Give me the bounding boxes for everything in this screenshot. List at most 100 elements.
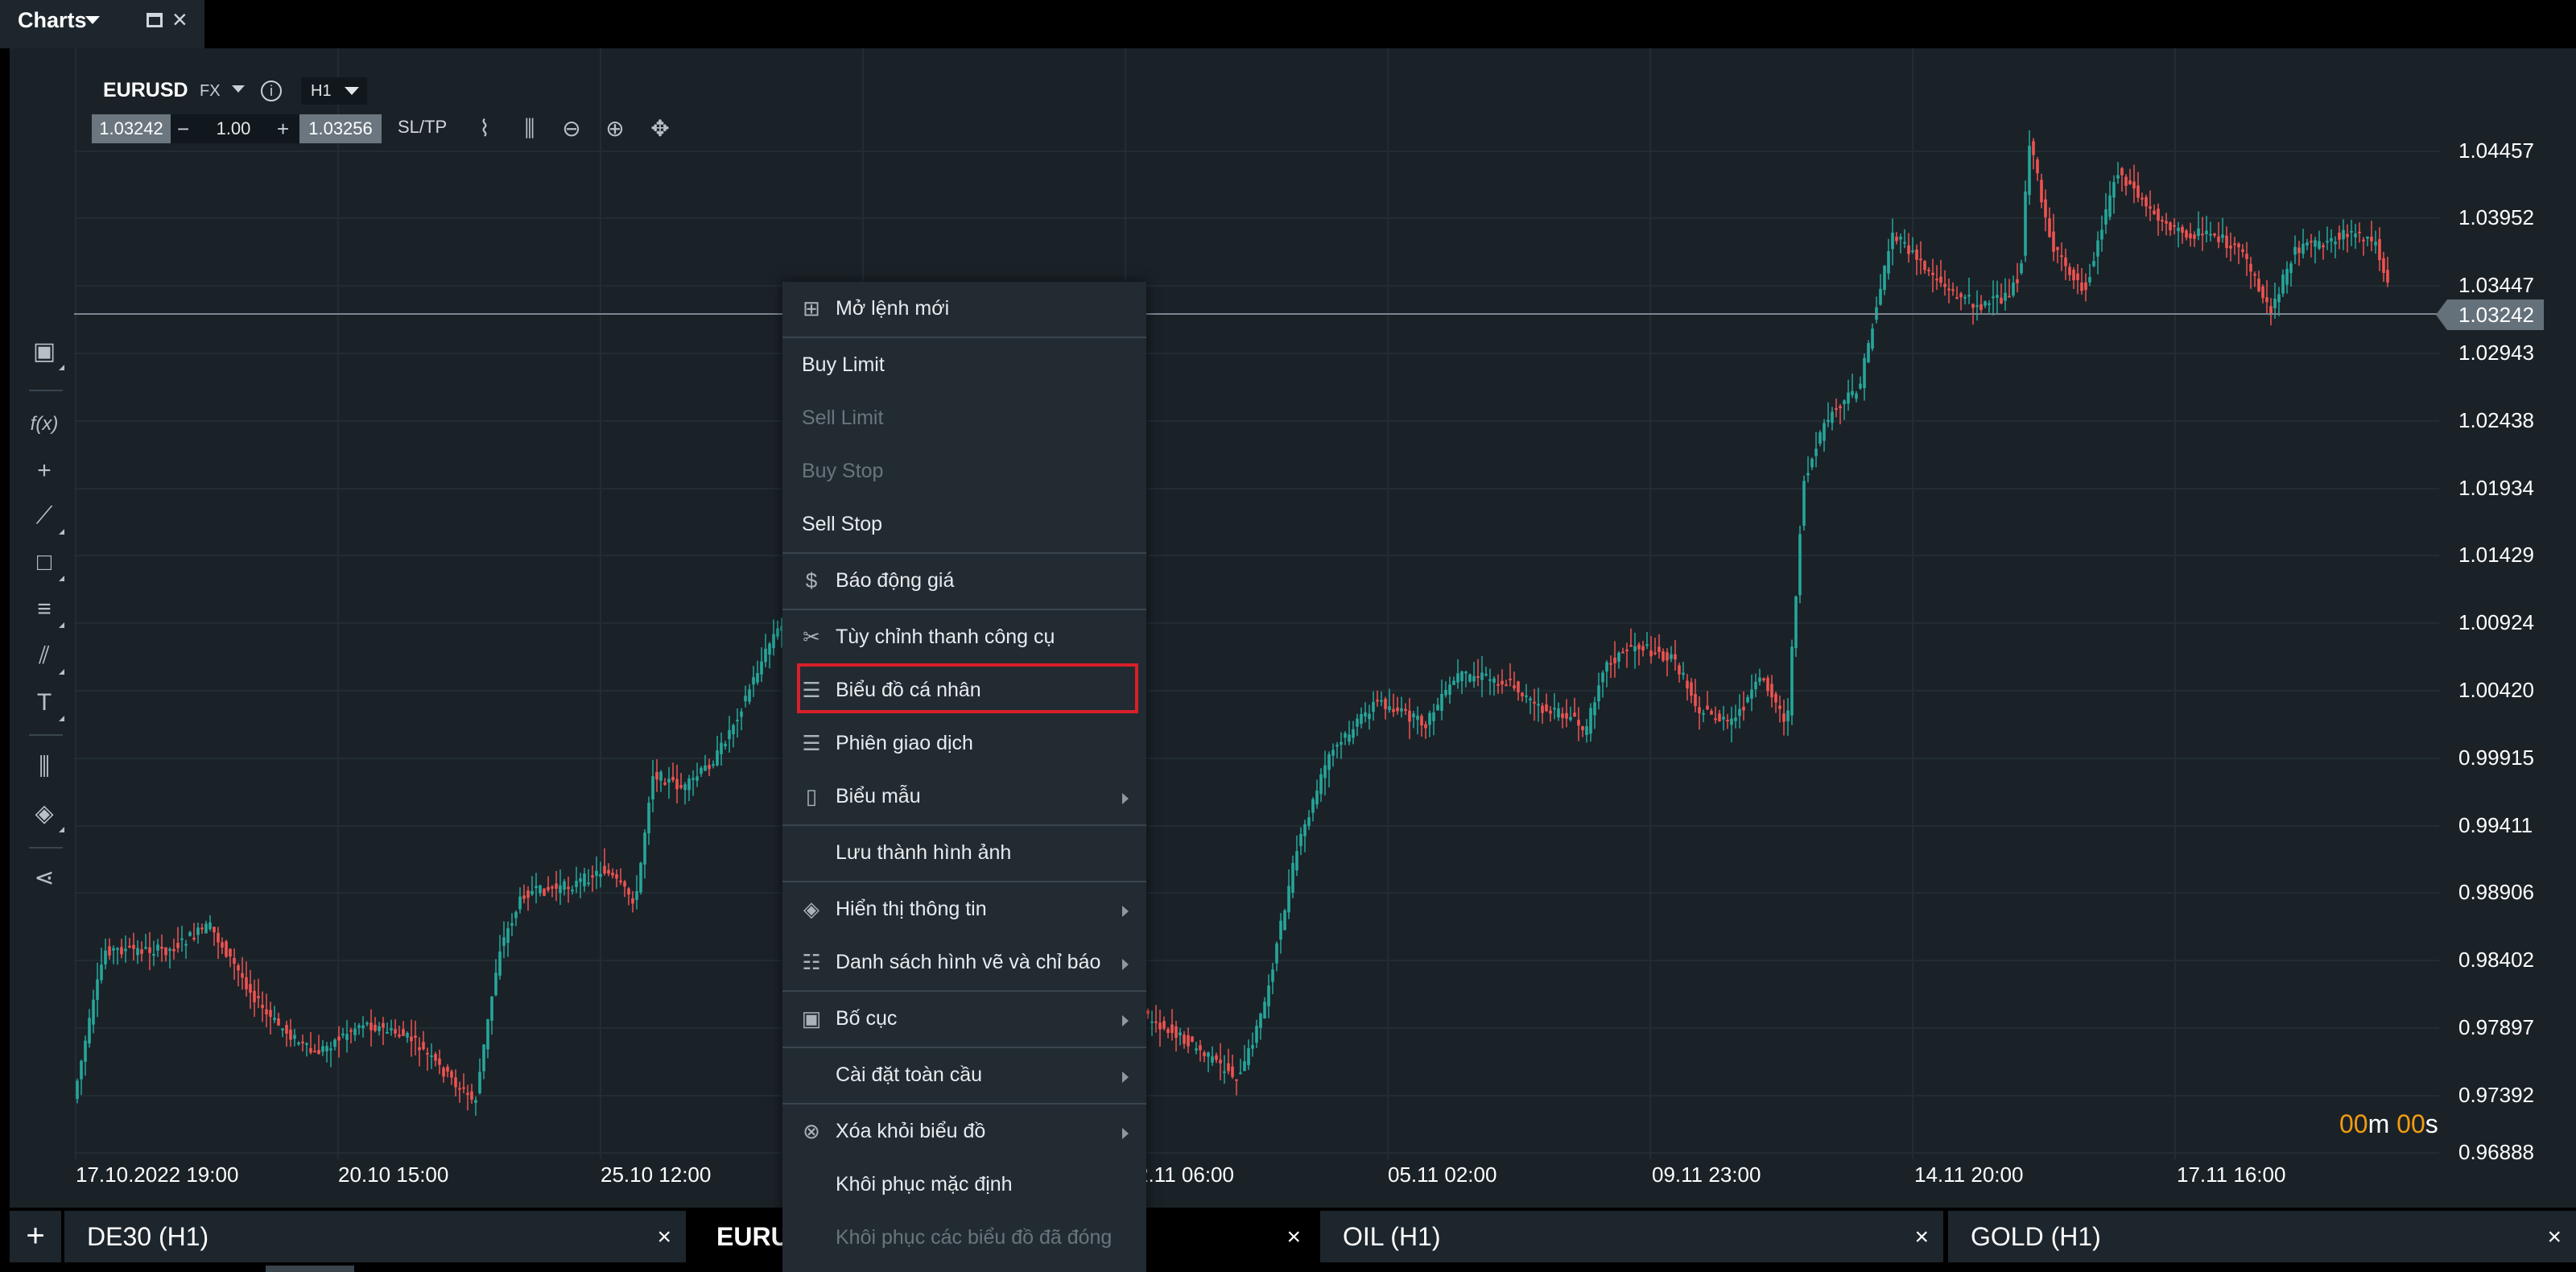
- decrease-quantity-button[interactable]: −: [177, 114, 189, 143]
- candle-body: [716, 750, 719, 766]
- chevron-down-icon[interactable]: [232, 85, 245, 93]
- info-icon[interactable]: i: [261, 81, 282, 101]
- menu-item-global-settings[interactable]: Cài đặt toàn cầu: [782, 1048, 1146, 1101]
- candle-body: [277, 1018, 280, 1026]
- candle-body: [567, 886, 570, 890]
- menu-item-price-alert[interactable]: $ Báo động giá: [782, 554, 1146, 607]
- crosshair-icon[interactable]: +: [27, 454, 61, 488]
- candle-body: [200, 927, 204, 930]
- menu-item-remove-from-chart[interactable]: ⊗ Xóa khỏi biểu đồ: [782, 1105, 1146, 1158]
- sltp-button[interactable]: SL/TP: [398, 117, 447, 138]
- menu-item-trading-session[interactable]: ☰ Phiên giao dịch: [782, 717, 1146, 770]
- zoom-in-icon[interactable]: ⊕: [601, 114, 630, 143]
- candle-body: [333, 1039, 336, 1047]
- price-axis-label: 1.02438: [2458, 408, 2534, 432]
- function-icon[interactable]: f(x): [27, 407, 61, 441]
- line-chart-icon[interactable]: ⌇: [470, 114, 499, 143]
- price-chart[interactable]: [72, 48, 2439, 1167]
- quantity-input[interactable]: 1.00: [193, 114, 274, 143]
- candle-body: [526, 890, 530, 898]
- candle-body: [1979, 304, 1983, 311]
- menu-item-customize-toolbar[interactable]: ✂ Tùy chỉnh thanh công cụ: [782, 610, 1146, 663]
- candle-body: [2145, 196, 2148, 207]
- candle-body: [1899, 237, 1902, 240]
- candle-body: [1996, 295, 1999, 298]
- menu-item-new-order[interactable]: ⊞ Mở lệnh mới: [782, 282, 1146, 335]
- candle-body: [1859, 383, 1862, 389]
- candle-body: [2028, 146, 2031, 196]
- text-tool-icon[interactable]: T: [27, 686, 64, 721]
- menu-item-drawings-list[interactable]: ☷ Danh sách hình vẽ và chỉ báo: [782, 935, 1146, 989]
- window-title[interactable]: Charts: [18, 8, 87, 33]
- close-icon[interactable]: ×: [657, 1211, 671, 1264]
- menu-item-buy-limit[interactable]: Buy Limit: [782, 338, 1146, 391]
- trendline-icon[interactable]: ⟋: [27, 499, 64, 535]
- fibonacci-icon[interactable]: ≡: [27, 593, 64, 628]
- candle-body: [691, 778, 695, 780]
- buy-price-button[interactable]: 1.03256: [299, 114, 382, 143]
- candle-body: [2052, 231, 2055, 252]
- menu-item-layout[interactable]: ▣ Bố cục: [782, 992, 1146, 1045]
- close-icon[interactable]: ×: [1914, 1211, 1929, 1264]
- menu-item-show-info[interactable]: ◈ Hiển thị thông tin: [782, 882, 1146, 935]
- candle-body: [1895, 237, 1898, 242]
- candle-body: [1581, 726, 1584, 730]
- close-icon[interactable]: ×: [172, 6, 188, 32]
- candle-body: [603, 865, 606, 874]
- candle-body: [663, 783, 667, 785]
- candle-body: [237, 965, 240, 971]
- document-icon: ▯: [805, 784, 818, 808]
- restore-window-icon[interactable]: [147, 13, 163, 27]
- candle-body: [414, 1035, 417, 1039]
- sell-price-button[interactable]: 1.03242: [92, 114, 171, 143]
- candle-body: [184, 944, 188, 946]
- candle-body: [2237, 243, 2240, 248]
- candle-body: [1295, 851, 1298, 871]
- candle-body: [1597, 685, 1600, 702]
- chart-tab[interactable]: GOLD (H1) ×: [1948, 1211, 2576, 1262]
- candle-body: [760, 661, 763, 675]
- layers-icon[interactable]: ◈: [27, 797, 64, 832]
- candle-body: [2032, 141, 2035, 155]
- chart-context-menu: ⊞ Mở lệnh mới Buy Limit Sell Limit Buy St…: [782, 282, 1146, 1272]
- chevron-down-icon[interactable]: [345, 87, 359, 95]
- timeframe-label[interactable]: H1: [311, 82, 332, 101]
- zoom-out-icon[interactable]: ⊖: [557, 114, 586, 143]
- chart-tab[interactable]: OIL (H1) ×: [1320, 1211, 1943, 1262]
- move-icon[interactable]: ✥: [646, 114, 675, 143]
- candle-body: [2040, 180, 2043, 203]
- chart-type-icon[interactable]: ▣: [27, 335, 64, 370]
- chart-tab-label: OIL (H1): [1343, 1222, 1441, 1251]
- menu-item-templates[interactable]: ▯ Biểu mẫu: [782, 770, 1146, 823]
- menu-item-restore-default[interactable]: Khôi phục mặc định: [782, 1158, 1146, 1211]
- close-icon[interactable]: ×: [2547, 1211, 2562, 1264]
- symbol-name[interactable]: EURUSD: [103, 79, 188, 102]
- chevron-down-icon[interactable]: [85, 16, 100, 24]
- candlestick-icon[interactable]: ⫼: [515, 114, 544, 143]
- candle-body: [2104, 209, 2107, 225]
- candle-body: [1706, 705, 1709, 710]
- pitchfork-icon[interactable]: ⫽: [27, 639, 64, 675]
- share-icon[interactable]: ⋖: [27, 861, 61, 895]
- candle-body: [2378, 239, 2381, 261]
- candle-body: [1287, 886, 1290, 913]
- chart-tab[interactable]: DE30 (H1) ×: [64, 1211, 686, 1262]
- add-tab-button[interactable]: +: [10, 1211, 61, 1262]
- candle-body: [1348, 734, 1351, 742]
- symbol-type[interactable]: FX: [200, 82, 221, 101]
- menu-item-save-image[interactable]: Lưu thành hình ảnh: [782, 826, 1146, 879]
- increase-quantity-button[interactable]: +: [277, 114, 289, 143]
- candle-body: [631, 898, 634, 904]
- chevron-right-icon: [1122, 1072, 1129, 1083]
- candle-body: [305, 1043, 308, 1045]
- candle-body: [1710, 711, 1713, 715]
- candle-body: [2281, 275, 2285, 294]
- candle-body: [2020, 263, 2023, 274]
- menu-item-sell-stop[interactable]: Sell Stop: [782, 498, 1146, 551]
- candle-body: [1432, 712, 1435, 721]
- indicators-icon[interactable]: ⫼: [27, 750, 61, 784]
- rectangle-icon[interactable]: □: [27, 546, 64, 581]
- close-icon[interactable]: ×: [1286, 1211, 1301, 1264]
- candle-body: [180, 938, 184, 940]
- candle-body: [249, 984, 252, 993]
